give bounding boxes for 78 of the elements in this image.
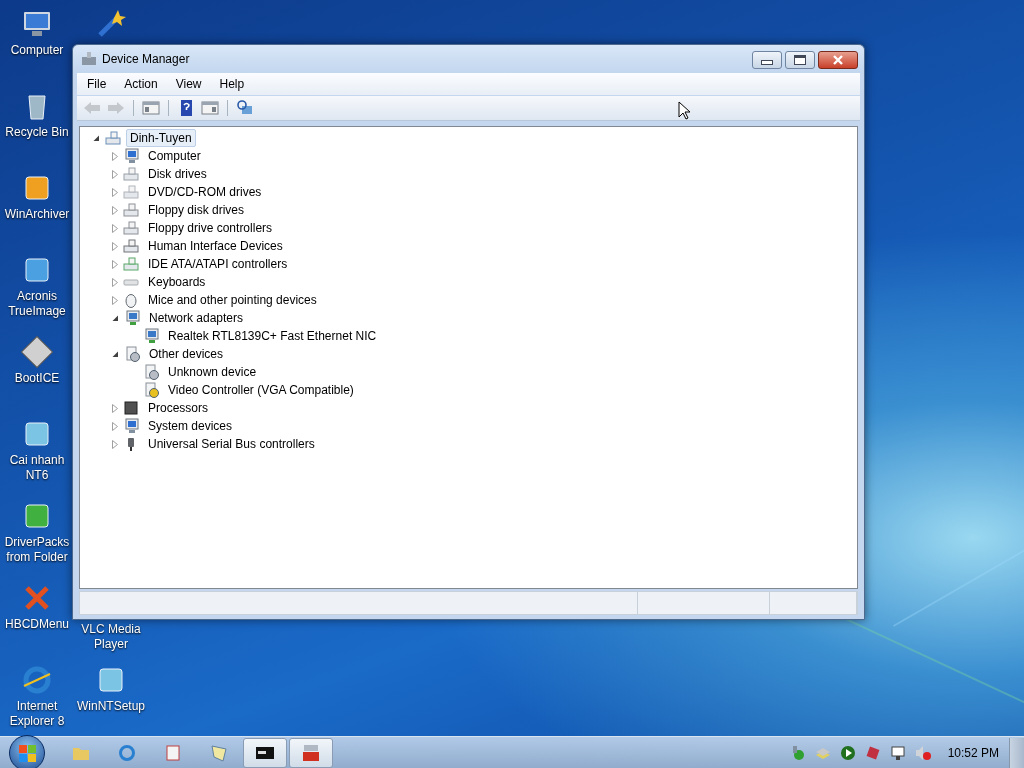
expand-arrow-icon[interactable] xyxy=(112,241,118,251)
expand-arrow-icon[interactable] xyxy=(112,223,118,233)
expand-arrow-icon[interactable] xyxy=(112,295,118,305)
collapse-arrow-icon[interactable] xyxy=(93,134,100,142)
action-pane-button[interactable] xyxy=(199,98,221,118)
minimize-button[interactable] xyxy=(752,51,782,69)
devmgr-icon xyxy=(301,743,321,763)
device-tree-item[interactable]: Disk drives xyxy=(144,165,211,183)
tree-pane-button[interactable] xyxy=(140,98,162,118)
desktop-icon-label[interactable]: Cai nhanh NT6 xyxy=(1,453,73,483)
maximize-button[interactable] xyxy=(785,51,815,69)
device-tree-item[interactable]: System devices xyxy=(144,417,237,435)
monitor-icon xyxy=(123,148,139,164)
desktop-icon-label[interactable]: BootICE xyxy=(1,371,73,386)
unknown-icon xyxy=(124,346,140,362)
device-tree-item[interactable]: DVD/CD-ROM drives xyxy=(144,183,266,201)
collapse-arrow-icon[interactable] xyxy=(112,350,119,358)
network-icon[interactable] xyxy=(889,745,906,761)
network-icon xyxy=(143,328,159,344)
monitor-icon xyxy=(123,418,139,434)
device-tree-item[interactable]: Universal Serial Bus controllers xyxy=(144,435,319,453)
device-tree-item[interactable]: Dinh-Tuyen xyxy=(126,129,196,147)
browser-icon xyxy=(117,743,137,763)
desktop-icon-label[interactable]: HBCDMenu xyxy=(1,617,73,632)
menu-item[interactable]: File xyxy=(83,75,115,93)
device-tree-item[interactable]: Human Interface Devices xyxy=(144,237,287,255)
mouse-icon xyxy=(123,292,139,308)
clock[interactable]: 10:52 PM xyxy=(947,746,999,760)
expand-arrow-icon[interactable] xyxy=(112,169,118,179)
device-tree-item[interactable]: Network adapters xyxy=(145,309,248,327)
desktop-icon-label[interactable]: DriverPacks from Folder xyxy=(1,535,73,565)
device-tree-item[interactable]: Computer xyxy=(144,147,205,165)
chip-icon xyxy=(123,400,139,416)
menu-item[interactable]: Help xyxy=(215,75,253,93)
window-title: Device Manager xyxy=(102,52,190,66)
expand-arrow-icon[interactable] xyxy=(112,403,118,413)
desktop-icon-label[interactable]: WinArchiver xyxy=(1,207,73,222)
play-icon[interactable] xyxy=(839,745,856,761)
browser-icon[interactable] xyxy=(21,664,53,696)
menu-item[interactable]: Action xyxy=(120,75,166,93)
expand-arrow-icon[interactable] xyxy=(112,151,118,161)
desktop-icon-label[interactable]: Computer xyxy=(1,43,73,58)
warning-icon xyxy=(143,382,159,398)
desktop-icon-label[interactable]: VLC Media Player xyxy=(75,622,147,652)
unknown-icon xyxy=(143,364,159,380)
expand-arrow-icon[interactable] xyxy=(112,259,118,269)
expand-arrow-icon[interactable] xyxy=(112,439,118,449)
menu-item[interactable]: View xyxy=(171,75,210,93)
taskbar-button[interactable] xyxy=(243,738,287,768)
device-tree-item[interactable]: Other devices xyxy=(145,345,228,363)
collapse-arrow-icon[interactable] xyxy=(112,314,119,322)
device-tree-item[interactable]: Mice and other pointing devices xyxy=(144,291,321,309)
network-icon xyxy=(124,310,140,326)
app-icon xyxy=(163,743,183,763)
close-icon xyxy=(832,55,844,65)
show-desktop-button[interactable] xyxy=(1009,738,1024,768)
device-tree-item[interactable]: Processors xyxy=(144,399,213,417)
device-tree-item[interactable]: Floppy disk drives xyxy=(144,201,249,219)
expand-arrow-icon[interactable] xyxy=(112,187,118,197)
desktop-icon-label[interactable]: WinNTSetup xyxy=(75,699,147,714)
expand-arrow-icon[interactable] xyxy=(112,205,118,215)
device-tree-item[interactable]: Realtek RTL8139C+ Fast Ethernet NIC xyxy=(164,327,381,345)
start-button[interactable] xyxy=(9,735,45,768)
mouse-pointer-icon xyxy=(678,101,690,120)
desktop-icon-label[interactable]: Internet Explorer 8 xyxy=(1,699,73,729)
device-tree-item[interactable]: IDE ATA/ATAPI controllers xyxy=(144,255,292,273)
device-tree-item[interactable]: Keyboards xyxy=(144,273,210,291)
ide-icon xyxy=(123,256,139,272)
close-button[interactable] xyxy=(818,51,858,69)
desktop-icon-label[interactable]: Acronis TrueImage xyxy=(1,289,73,319)
device-tree-item[interactable]: Unknown device xyxy=(164,363,261,381)
device-tree-item[interactable]: Video Controller (VGA Compatible) xyxy=(164,381,358,399)
desktop-icon-label[interactable]: Recycle Bin xyxy=(1,125,73,140)
expand-arrow-icon[interactable] xyxy=(112,421,118,431)
device-tree-item[interactable]: Floppy drive controllers xyxy=(144,219,277,237)
volume-muted-icon[interactable] xyxy=(914,745,931,761)
device-manager-icon xyxy=(81,51,97,67)
expand-arrow-icon[interactable] xyxy=(112,277,118,287)
